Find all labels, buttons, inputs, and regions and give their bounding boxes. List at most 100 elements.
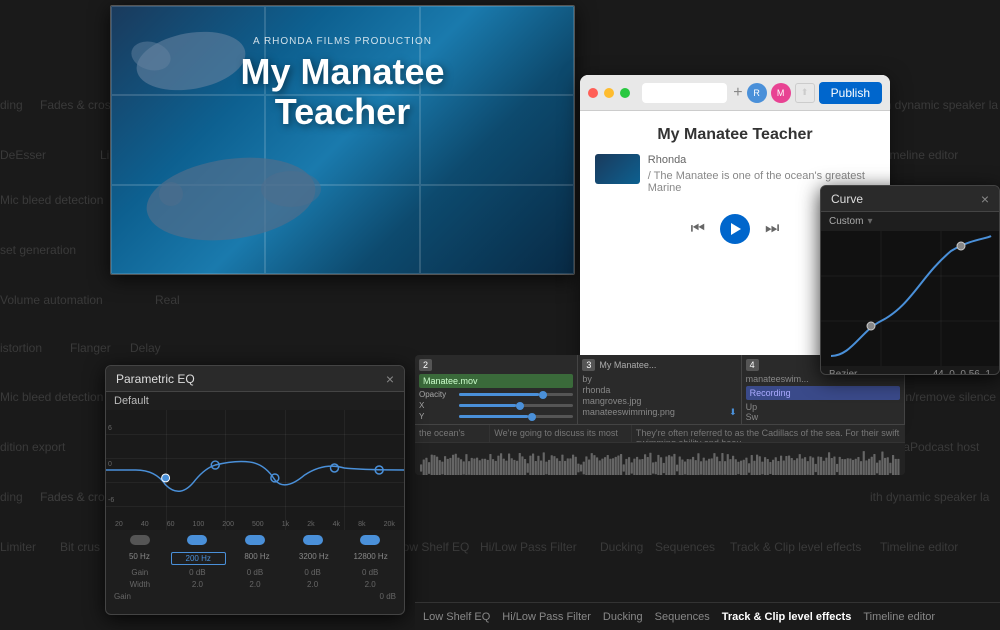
eq-chart: 2040601002005001k2k4k8k20k 60-6: [106, 410, 404, 530]
eq-title: Parametric EQ: [116, 372, 195, 386]
bg-label-16: Flanger: [70, 341, 111, 355]
bg-label-19: Mic bleed detection: [0, 390, 103, 404]
slider-opacity: Opacity: [419, 390, 573, 399]
bg-label-12: Real: [155, 293, 180, 307]
avatar-1: R: [747, 83, 767, 103]
bg-label-31: Ducking: [600, 540, 643, 554]
browser-minimize-dot[interactable]: [604, 88, 614, 98]
toolbar-item-sequences[interactable]: Sequences: [655, 611, 710, 623]
waveform-text-3: They're often referred to as the Cadilla…: [632, 425, 905, 442]
eq-close-button[interactable]: ×: [386, 371, 394, 387]
eq-width-1: 2.0: [172, 580, 224, 589]
waveform-text-2: We're going to discuss its most: [490, 425, 632, 442]
curve-preset-label[interactable]: Custom: [829, 216, 863, 227]
slider-x: X: [419, 401, 573, 410]
play-button[interactable]: [720, 214, 750, 244]
bg-label-17: Delay: [130, 341, 161, 355]
toolbar-item-low-shelf[interactable]: Low Shelf EQ: [423, 611, 490, 623]
bezier-value: .44, 0, 0.56, 1: [930, 369, 991, 375]
parametric-eq-window: Parametric EQ × Default: [105, 365, 405, 615]
browser-toolbar: + R M ⬆ Publish: [580, 75, 890, 111]
toolbar-item-track-clip[interactable]: Track & Clip level effects: [722, 611, 852, 623]
eq-gain-label-5: 0 dB: [344, 568, 396, 577]
eq-titlebar: Parametric EQ ×: [106, 366, 404, 392]
eq-band-4: [287, 535, 339, 549]
bg-label-8: set generation: [0, 243, 76, 257]
curve-footer: Bezier .44, 0, 0.56, 1: [821, 366, 999, 375]
bg-label-27: Limiter: [0, 540, 36, 554]
timeline-item-manatee[interactable]: Manatee.mov: [419, 374, 573, 388]
eq-band-row-gain: Gain 0 dB 0 dB 0 dB 0 dB: [114, 568, 396, 577]
next-button[interactable]: ⏭: [765, 220, 779, 238]
eq-freq-5: 12800 Hz: [345, 552, 396, 565]
video-production-label: A RHONDA FILMS PRODUCTION: [111, 36, 574, 47]
video-preview-window: A RHONDA FILMS PRODUCTION My Manatee Tea…: [110, 5, 575, 275]
eq-toggle-1[interactable]: [130, 535, 150, 545]
col-3-mangroves: mangroves.jpg: [582, 396, 736, 406]
eq-toggle-2[interactable]: [187, 535, 207, 545]
curve-dropdown-icon[interactable]: ▾: [867, 216, 872, 227]
eq-width-4: 2.0: [344, 580, 396, 589]
bg-label-5: Timeline editor: [880, 148, 958, 162]
curve-preset-row: Custom ▾: [821, 212, 999, 231]
col-3-header-label: My Manatee...: [599, 360, 656, 370]
eq-width-3: 2.0: [287, 580, 339, 589]
browser-maximize-dot[interactable]: [620, 88, 630, 98]
avatar-2: M: [771, 83, 791, 103]
eq-gain-footer-label: Gain: [114, 592, 131, 601]
toolbar-item-hi-low[interactable]: Hi/Low Pass Filter: [502, 611, 591, 623]
eq-gain-label-1: Gain: [114, 568, 166, 577]
toolbar-item-ducking[interactable]: Ducking: [603, 611, 643, 623]
browser-author: Rhonda: [648, 154, 875, 166]
bottom-toolbar: Low Shelf EQ Hi/Low Pass Filter Ducking …: [415, 602, 1000, 630]
browser-thumbnail: [595, 154, 640, 184]
eq-band-3: [229, 535, 281, 549]
waveform-svg: [420, 448, 900, 475]
col-3-swimming: manateeswimming.png ⬇: [582, 407, 736, 418]
eq-preset-label[interactable]: Default: [106, 392, 404, 410]
eq-width-label-1: Width: [114, 580, 166, 589]
bg-label-3: DeEsser: [0, 148, 46, 162]
bg-label-15: istortion: [0, 341, 42, 355]
curve-close-button[interactable]: ×: [981, 191, 989, 207]
eq-width-2: 2.0: [229, 580, 281, 589]
col-3-by: by: [582, 374, 736, 384]
eq-freq-1: 50 Hz: [114, 552, 165, 565]
prev-button[interactable]: ⏮: [691, 220, 705, 238]
eq-gain-label-4: 0 dB: [287, 568, 339, 577]
curve-svg: [821, 231, 1000, 366]
share-button[interactable]: ⬆: [795, 83, 815, 103]
eq-toggle-4[interactable]: [303, 535, 323, 545]
bg-label-34: Timeline editor: [880, 540, 958, 554]
eq-band-row-freq: 50 Hz 200 Hz 800 Hz 3200 Hz 12800 Hz: [114, 552, 396, 565]
col-4-sw: Sw: [746, 412, 900, 422]
col-num-3: 3: [582, 359, 595, 371]
curve-window: Curve × Custom ▾ Bezier .44, 0, 0.56, 1: [820, 185, 1000, 375]
col-4-item1: manateeswim...: [746, 374, 809, 384]
eq-gain-label-2: 0 dB: [172, 568, 224, 577]
browser-plus-button[interactable]: +: [733, 84, 742, 102]
toolbar-item-timeline[interactable]: Timeline editor: [863, 611, 935, 623]
browser-url-bar[interactable]: [642, 83, 727, 103]
col-4-recording[interactable]: Recording: [746, 386, 900, 400]
waveform-area: [415, 443, 905, 475]
bezier-label: Bezier: [829, 369, 857, 375]
curve-chart: [821, 231, 999, 366]
eq-toggle-3[interactable]: [245, 535, 265, 545]
bg-label-24: ding: [0, 490, 23, 504]
bg-label-32: Sequences: [655, 540, 715, 554]
slider-y: Y: [419, 412, 573, 421]
publish-button[interactable]: Publish: [819, 82, 882, 104]
eq-freq-4: 3200 Hz: [288, 552, 339, 565]
eq-band-row-width: Width 2.0 2.0 2.0 2.0: [114, 580, 396, 589]
timeline-col-3: 3 My Manatee... by rhonda mangroves.jpg …: [578, 355, 741, 424]
col-3-rhonda: rhonda: [582, 385, 736, 395]
bg-label-6: Mic bleed detection: [0, 193, 103, 207]
eq-gain-footer-value: 0 dB: [380, 592, 396, 601]
eq-toggle-5[interactable]: [360, 535, 380, 545]
browser-close-dot[interactable]: [588, 88, 598, 98]
bg-label-28: Bit crus: [60, 540, 100, 554]
eq-band-2: [172, 535, 224, 549]
curve-title: Curve: [831, 192, 863, 206]
eq-freq-2: 200 Hz: [171, 552, 226, 565]
